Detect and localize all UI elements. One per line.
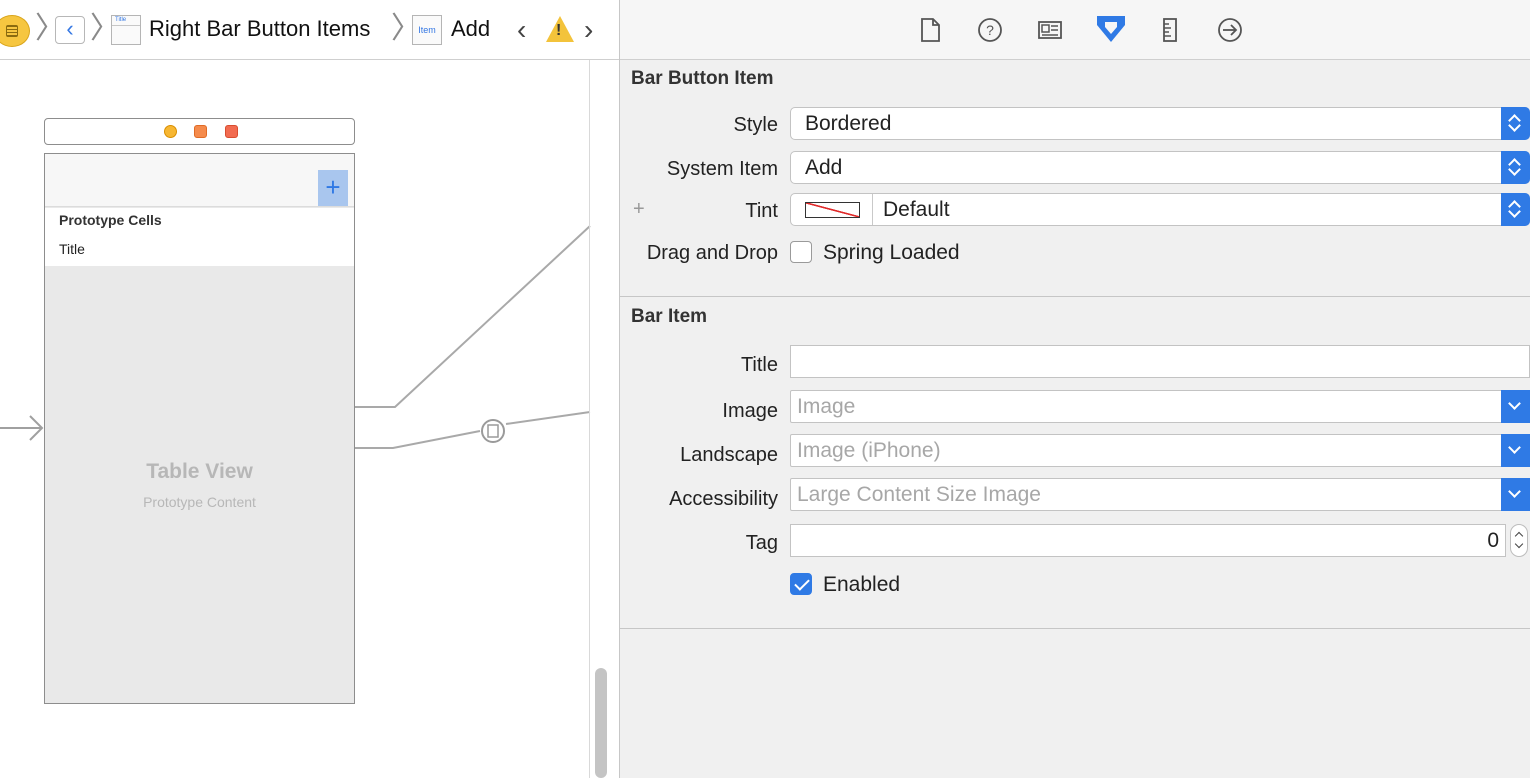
tag-label: Tag	[745, 532, 778, 554]
prototype-cell[interactable]: Prototype Cells Title	[45, 208, 354, 266]
add-variation-button[interactable]: +	[633, 198, 645, 221]
table-view-label: Table View	[146, 460, 253, 483]
connections-icon[interactable]	[1216, 16, 1244, 44]
accessibility-label: Accessibility	[669, 488, 778, 510]
enabled-label[interactable]: Enabled	[823, 573, 900, 597]
canvas-scrollbar[interactable]	[595, 668, 607, 778]
chevron-down-icon[interactable]	[1501, 478, 1530, 511]
attributes-inspector: ? Bar Button Item Style Bordered System …	[619, 0, 1530, 778]
system-item-value: Add	[805, 156, 843, 179]
image-combo-box[interactable]: Image	[790, 390, 1530, 423]
spring-loaded-label[interactable]: Spring Loaded	[823, 241, 960, 265]
section-divider	[620, 296, 1530, 297]
tag-field[interactable]: 0	[790, 524, 1506, 557]
segue-icon[interactable]	[481, 419, 505, 443]
add-bar-button-item[interactable]: +	[318, 170, 348, 206]
style-value: Bordered	[805, 112, 892, 135]
tag-stepper[interactable]	[1510, 524, 1528, 557]
cell-title-label[interactable]: Title	[59, 241, 85, 257]
navigation-bar[interactable]: +	[45, 154, 354, 207]
bar-button-item-section-title: Bar Button Item	[631, 68, 774, 89]
enabled-checkbox[interactable]	[790, 573, 812, 595]
drag-and-drop-label: Drag and Drop	[646, 242, 778, 264]
title-label: Title	[740, 354, 778, 376]
popup-arrows-icon	[1501, 151, 1530, 184]
identity-icon[interactable]	[1036, 16, 1064, 44]
file-icon[interactable]	[916, 16, 944, 44]
title-field[interactable]	[790, 345, 1530, 378]
tint-popup[interactable]: Default	[790, 193, 1530, 226]
popup-arrows-icon	[1501, 193, 1530, 226]
quick-help-icon[interactable]: ?	[976, 16, 1004, 44]
bar-item-section-title: Bar Item	[631, 306, 708, 327]
section-divider	[620, 628, 1530, 629]
segue-line-upper[interactable]	[355, 225, 591, 408]
tint-divider	[872, 194, 873, 225]
image-placeholder: Image	[797, 395, 856, 418]
tag-value: 0	[1487, 529, 1499, 552]
spring-loaded-checkbox[interactable]	[790, 241, 812, 263]
exit-icon[interactable]	[225, 125, 238, 138]
segue-line-lower[interactable]	[355, 430, 481, 449]
system-item-popup[interactable]: Add	[790, 151, 1530, 184]
attributes-icon[interactable]	[1094, 13, 1128, 45]
accessibility-placeholder: Large Content Size Image	[797, 483, 1041, 506]
popup-arrows-icon	[1501, 107, 1530, 140]
scene-dock	[44, 118, 355, 145]
chevron-down-icon[interactable]	[1501, 434, 1530, 467]
table-view-sublabel: Prototype Content	[143, 494, 256, 510]
style-popup[interactable]: Bordered	[790, 107, 1530, 140]
chevron-down-icon[interactable]	[1501, 390, 1530, 423]
view-controller-icon[interactable]	[164, 125, 177, 138]
size-icon[interactable]	[1156, 16, 1184, 44]
tint-color-swatch[interactable]	[805, 202, 860, 218]
inspector-toolbar: ?	[620, 0, 1530, 60]
style-label: Style	[733, 114, 778, 136]
accessibility-image-combo-box[interactable]: Large Content Size Image	[790, 478, 1530, 511]
tint-value: Default	[883, 198, 950, 221]
landscape-placeholder: Image (iPhone)	[797, 439, 941, 462]
table-view-controller-scene[interactable]: + Prototype Cells Title Table View Proto…	[44, 153, 355, 704]
tint-label: Tint	[745, 200, 778, 222]
storyboard-canvas[interactable]: 〉 ‹ 〉 Title Right Bar Button Items 〉 Ite…	[0, 0, 619, 778]
prototype-cells-label: Prototype Cells	[59, 212, 162, 228]
landscape-label: Landscape	[680, 444, 778, 466]
system-item-label: System Item	[666, 158, 778, 180]
svg-text:?: ?	[986, 22, 994, 38]
first-responder-icon[interactable]	[194, 125, 207, 138]
image-label: Image	[722, 400, 778, 422]
landscape-image-combo-box[interactable]: Image (iPhone)	[790, 434, 1530, 467]
segue-line-lower-end[interactable]	[505, 411, 591, 425]
canvas-divider	[589, 60, 590, 778]
